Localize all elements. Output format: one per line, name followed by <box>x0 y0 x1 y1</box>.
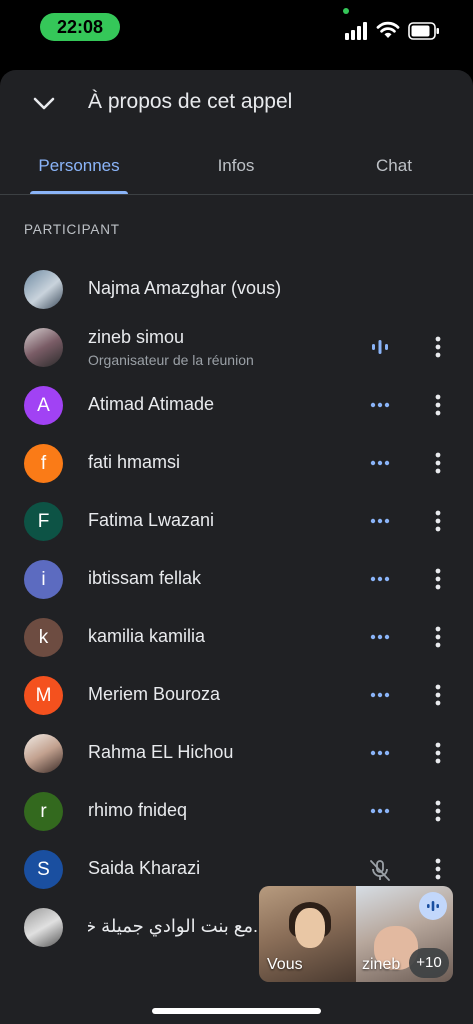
more-options-icon[interactable] <box>430 334 446 360</box>
more-participants-badge[interactable]: +10 <box>409 948 449 978</box>
sheet-header: À propos de cet appel <box>0 70 473 136</box>
home-indicator[interactable] <box>152 1008 321 1014</box>
participant-row[interactable]: i ibtissam fellak <box>0 550 473 608</box>
status-time: 22:08 <box>40 13 120 41</box>
avatar <box>24 328 63 367</box>
participant-role: Organisateur de la réunion <box>88 352 254 368</box>
battery-icon <box>408 22 439 40</box>
speaking-indicator-icon <box>419 892 447 920</box>
participant-row[interactable]: f fati hmamsi <box>0 434 473 492</box>
tab-bar: Personnes Infos Chat <box>0 146 473 195</box>
more-options-icon[interactable] <box>430 508 446 534</box>
tab-personnes[interactable]: Personnes <box>24 146 134 194</box>
video-preview-tile[interactable]: Vous zineb +10 <box>259 886 453 982</box>
connecting-dots-icon <box>370 518 390 524</box>
avatar: F <box>24 502 63 541</box>
participant-name: rhimo fnideq <box>88 800 188 820</box>
more-options-icon[interactable] <box>430 450 446 476</box>
collapse-button[interactable] <box>28 88 60 120</box>
participant-name: Fatima Lwazani <box>88 510 215 530</box>
self-video: Vous <box>259 886 356 982</box>
participant-name: Meriem Bouroza <box>88 684 221 704</box>
participant-name: kamilia kamilia <box>88 626 206 646</box>
participant-name: ibtissam fellak <box>88 568 202 588</box>
connecting-dots-icon <box>370 460 390 466</box>
self-video-face <box>295 908 325 948</box>
self-video-label: Vous <box>267 956 303 973</box>
status-bar: 22:08 <box>0 0 473 56</box>
tab-label: Chat <box>376 156 412 175</box>
participant-row[interactable]: k kamilia kamilia <box>0 608 473 666</box>
mic-off-icon <box>370 860 390 881</box>
participant-name: Atimad Atimade <box>88 394 215 414</box>
participant-list: Najma Amazghar (vous) zineb simou Organi… <box>0 260 473 956</box>
active-tab-indicator <box>30 191 128 194</box>
participant-row[interactable]: r rhimo fnideq <box>0 782 473 840</box>
avatar: A <box>24 386 63 425</box>
chevron-down-icon <box>33 97 55 110</box>
avatar: r <box>24 792 63 831</box>
page-title: À propos de cet appel <box>88 90 293 113</box>
speaking-icon <box>372 340 388 354</box>
participant-name: Rahma EL Hichou <box>88 742 234 762</box>
participant-row[interactable]: F Fatima Lwazani <box>0 492 473 550</box>
avatar: i <box>24 560 63 599</box>
call-details-sheet: À propos de cet appel Personnes Infos Ch… <box>0 70 473 1024</box>
participant-row[interactable]: M Meriem Bouroza <box>0 666 473 724</box>
signal-icon <box>345 22 367 40</box>
more-options-icon[interactable] <box>430 392 446 418</box>
connecting-dots-icon <box>370 808 390 814</box>
tab-label: Infos <box>217 156 255 175</box>
participant-name: Najma Amazghar (vous) <box>88 278 282 298</box>
participant-row[interactable]: Najma Amazghar (vous) <box>0 260 473 318</box>
more-options-icon[interactable] <box>430 624 446 650</box>
participant-name: zineb simou <box>88 327 185 347</box>
more-options-icon[interactable] <box>430 682 446 708</box>
avatar <box>24 734 63 773</box>
tab-chat[interactable]: Chat <box>356 146 432 194</box>
camera-indicator-icon <box>343 8 349 14</box>
participant-video: zineb +10 <box>356 886 453 982</box>
more-options-icon[interactable] <box>430 740 446 766</box>
avatar: k <box>24 618 63 657</box>
avatar: M <box>24 676 63 715</box>
avatar: S <box>24 850 63 889</box>
more-options-icon[interactable] <box>430 566 446 592</box>
participant-video-label: zineb <box>362 956 401 973</box>
tab-label: Personnes <box>38 156 120 175</box>
participant-name: fati hmamsi <box>88 452 181 472</box>
participant-name: Saida Kharazi <box>88 858 201 878</box>
connecting-dots-icon <box>370 402 390 408</box>
connecting-dots-icon <box>370 634 390 640</box>
section-label: PARTICIPANT <box>24 222 120 237</box>
participant-row[interactable]: Rahma EL Hichou <box>0 724 473 782</box>
tab-infos[interactable]: Infos <box>196 146 276 194</box>
connecting-dots-icon <box>370 692 390 698</box>
wifi-icon <box>376 21 400 38</box>
participant-name: ...مع بنت الوادي جميلة خـ <box>88 916 268 936</box>
participant-row[interactable]: zineb simou Organisateur de la réunion <box>0 318 473 376</box>
connecting-dots-icon <box>370 576 390 582</box>
avatar <box>24 270 63 309</box>
connecting-dots-icon <box>370 750 390 756</box>
more-options-icon[interactable] <box>430 798 446 824</box>
avatar: f <box>24 444 63 483</box>
avatar <box>24 908 63 947</box>
more-options-icon[interactable] <box>430 856 446 882</box>
participant-row[interactable]: A Atimad Atimade <box>0 376 473 434</box>
